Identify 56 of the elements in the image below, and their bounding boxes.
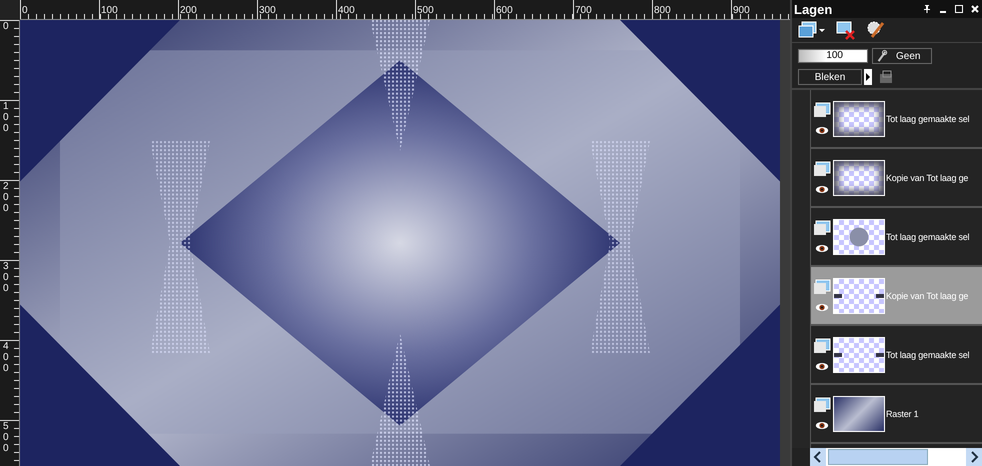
close-icon[interactable] — [970, 4, 980, 14]
pin-icon[interactable] — [922, 4, 932, 14]
layer-thumbnail — [833, 100, 885, 136]
ruler-label: 400 — [3, 341, 9, 374]
new-layer-icon[interactable] — [798, 20, 826, 40]
raster-layer-icon — [813, 338, 831, 354]
layer-name: Tot laag gemaakte sel — [886, 350, 970, 360]
ruler-label: 500 — [3, 421, 9, 454]
ruler-label: 200 — [179, 5, 197, 16]
scroll-right-icon[interactable] — [966, 448, 982, 466]
panel-title: Lagen — [794, 2, 832, 16]
ruler-label: 100 — [3, 101, 9, 134]
ruler-label: 500 — [416, 5, 434, 16]
layer-thumbnail — [833, 336, 885, 372]
raster-layer-icon — [813, 279, 831, 295]
mask-brush-icon[interactable] — [866, 20, 886, 40]
link-button[interactable]: Geen — [872, 48, 932, 64]
visibility-eye-icon[interactable] — [815, 244, 829, 253]
raster-layer-icon — [813, 220, 831, 236]
raster-layer-icon — [813, 161, 831, 177]
layer-thumbnail — [833, 160, 885, 196]
ruler-label: 100 — [100, 5, 118, 16]
layer-thumbnail — [833, 218, 885, 254]
layer-name: Tot laag gemaakte sel — [886, 114, 970, 124]
link-icon — [876, 49, 888, 63]
layer-thumbnail — [833, 278, 885, 314]
ruler-label: 700 — [574, 5, 592, 16]
scrollbar-thumb[interactable] — [828, 449, 928, 465]
ruler-label: 300 — [258, 5, 276, 16]
ruler-label: 0 — [21, 5, 28, 16]
ruler-label: 800 — [653, 5, 671, 16]
delete-layer-icon[interactable] — [836, 20, 856, 40]
ruler-label: 200 — [3, 181, 9, 214]
blend-mode-dropdown[interactable]: Bleken — [798, 69, 862, 85]
opacity-field[interactable]: 100 — [798, 49, 868, 63]
ruler-label: 600 — [495, 5, 513, 16]
ruler-label: 0 — [3, 21, 9, 32]
scroll-left-icon[interactable] — [810, 448, 826, 466]
lock-icon[interactable] — [878, 69, 894, 85]
visibility-eye-icon[interactable] — [815, 303, 829, 312]
horizontal-scrollbar[interactable] — [810, 448, 982, 466]
raster-layer-icon — [813, 102, 831, 118]
visibility-eye-icon[interactable] — [815, 421, 829, 430]
layer-name: Raster 1 — [886, 408, 918, 418]
layer-name: Tot laag gemaakte sel — [886, 232, 970, 242]
ruler-label: 400 — [337, 5, 355, 16]
ruler-label: 900 — [732, 5, 750, 16]
visibility-eye-icon[interactable] — [815, 362, 829, 371]
maximize-icon[interactable] — [954, 4, 964, 14]
visibility-eye-icon[interactable] — [815, 126, 829, 135]
layer-name: Kopie van Tot laag ge — [886, 290, 968, 300]
raster-layer-icon — [813, 397, 831, 413]
layer-name: Kopie van Tot laag ge — [886, 172, 968, 182]
layer-thumbnail — [833, 396, 885, 432]
ruler-label: 300 — [3, 261, 9, 294]
visibility-eye-icon[interactable] — [815, 185, 829, 194]
